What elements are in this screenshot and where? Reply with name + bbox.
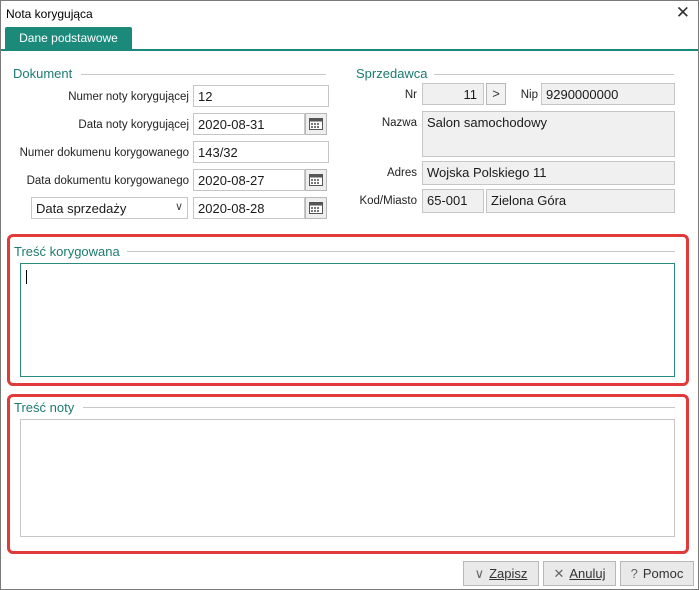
text-caret — [26, 270, 27, 284]
kod-miasto-label: Kod/Miasto — [359, 195, 417, 207]
calendar-button[interactable] — [305, 113, 327, 135]
calendar-icon — [309, 118, 323, 130]
calendar-button[interactable] — [305, 197, 327, 219]
seller-lookup-button[interactable]: > — [486, 83, 506, 105]
data-type-select-value: Data sprzedaży — [36, 201, 127, 216]
divider — [434, 74, 674, 75]
close-icon: ✕ — [553, 566, 565, 581]
calendar-button[interactable] — [305, 169, 327, 191]
help-button[interactable]: ? Pomoc — [620, 561, 694, 586]
tab-dane-podstawowe[interactable]: Dane podstawowe — [5, 27, 132, 50]
adres-field[interactable]: Wojska Polskiego 11 — [422, 161, 675, 185]
miasto-field[interactable]: Zielona Góra — [486, 189, 675, 213]
section-title-tresc-noty: Treść noty — [14, 400, 75, 415]
tresc-korygowana-textarea[interactable] — [20, 263, 675, 377]
nip-label: Nip — [520, 89, 538, 101]
numer-dok-field[interactable]: 143/32 — [193, 141, 329, 163]
calendar-icon — [309, 202, 323, 214]
nr-label: Nr — [404, 89, 417, 101]
section-title-sprzedawca: Sprzedawca — [356, 66, 428, 81]
adres-label: Adres — [386, 167, 417, 179]
window-title: Nota korygująca — [6, 7, 93, 21]
cancel-button[interactable]: ✕ Anuluj — [543, 561, 616, 586]
section-title-dokument: Dokument — [13, 66, 73, 81]
help-button-label: Pomoc — [642, 566, 684, 581]
title-bar: Nota korygująca ✕ — [1, 1, 698, 27]
data-sprzedazy-field[interactable]: 2020-08-28 — [193, 197, 305, 219]
numer-noty-label: Numer noty korygującej — [68, 91, 189, 103]
data-dok-field[interactable]: 2020-08-27 — [193, 169, 305, 191]
cancel-button-label: Anuluj — [569, 566, 606, 581]
calendar-icon — [309, 174, 323, 186]
divider — [127, 251, 675, 252]
divider — [81, 74, 326, 75]
divider — [83, 407, 675, 408]
nazwa-label: Nazwa — [381, 117, 417, 129]
close-icon[interactable]: ✕ — [676, 3, 690, 23]
data-noty-field[interactable]: 2020-08-31 — [193, 113, 305, 135]
numer-dok-label: Numer dokumenu korygowanego — [19, 147, 189, 159]
data-noty-label: Data noty korygującej — [78, 119, 189, 131]
nip-field[interactable]: 9290000000 — [541, 83, 675, 105]
nazwa-field[interactable]: Salon samochodowy — [422, 111, 675, 157]
kod-field[interactable]: 65-001 — [422, 189, 484, 213]
tab-underline — [1, 49, 698, 51]
chevron-down-icon: ∨ — [174, 201, 183, 213]
save-button[interactable]: ∨ Zapisz — [463, 561, 539, 586]
data-type-select[interactable]: Data sprzedaży ∨ — [31, 197, 188, 219]
save-button-label: Zapisz — [489, 566, 528, 581]
help-icon: ? — [630, 566, 638, 581]
tresc-noty-textarea[interactable] — [20, 419, 675, 537]
nr-field[interactable]: 11 — [422, 83, 484, 105]
section-title-tresc-korygowana: Treść korygowana — [14, 244, 120, 259]
data-dok-label: Data dokumentu korygowanego — [26, 175, 189, 187]
chevron-right-icon: > — [492, 86, 500, 101]
dialog-window: Nota korygująca ✕ Dane podstawowe Dokume… — [0, 0, 699, 590]
check-icon: ∨ — [474, 566, 485, 581]
numer-noty-field[interactable]: 12 — [193, 85, 329, 107]
